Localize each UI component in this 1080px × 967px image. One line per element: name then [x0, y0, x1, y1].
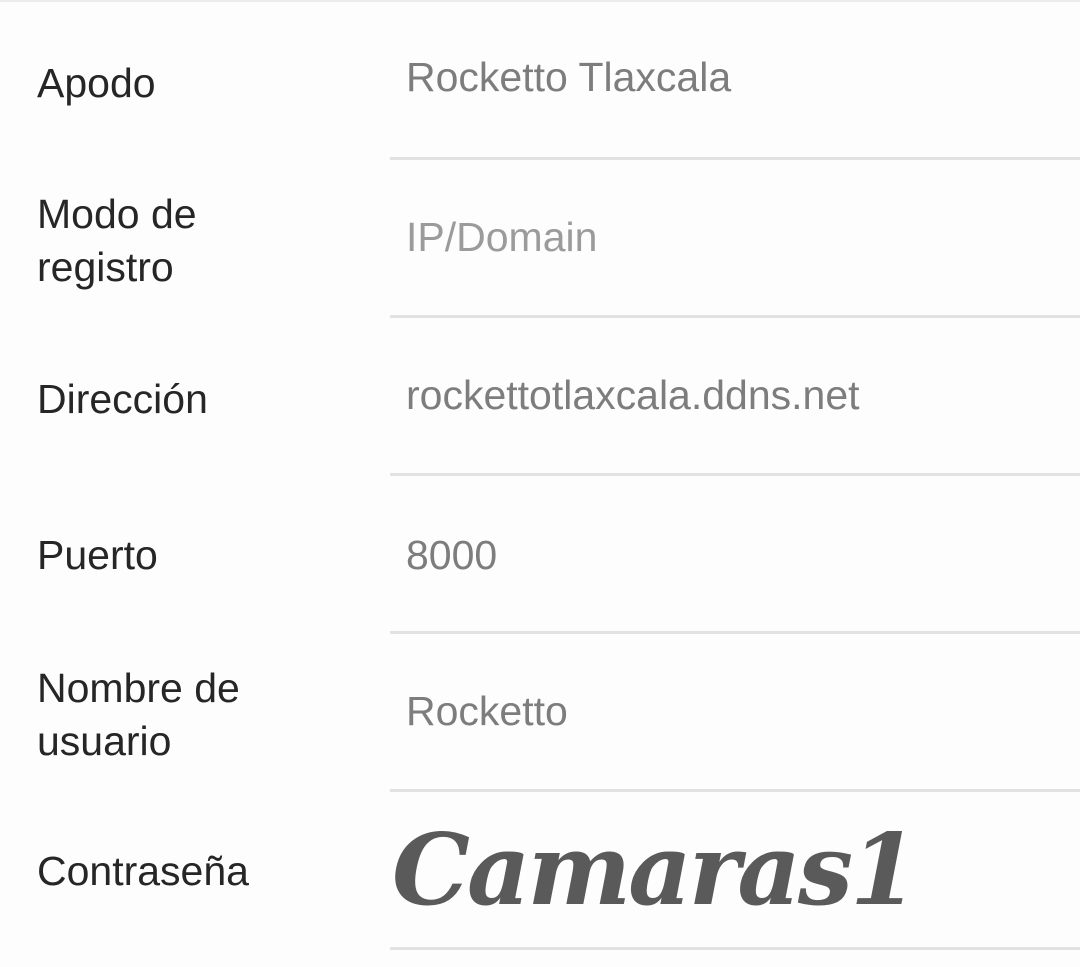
watermark-logo: Camaras17	[390, 792, 985, 950]
form-row-port: Puerto 8000	[0, 476, 1080, 634]
nickname-field[interactable]: Rocketto Tlaxcala	[406, 2, 1066, 160]
register-mode-selector[interactable]: IP/Domain	[406, 160, 1066, 318]
form-row-password: Contraseña Camaras17	[0, 792, 1080, 950]
password-label: Contraseña	[37, 847, 249, 894]
device-settings-form: Apodo Rocketto Tlaxcala Modo de registro…	[0, 2, 1080, 950]
username-label: Nombre de usuario	[37, 665, 240, 764]
port-label: Puerto	[37, 531, 158, 578]
address-label: Dirección	[37, 375, 208, 422]
form-row-address: Dirección rockettotlaxcala.ddns.net	[0, 318, 1080, 476]
form-row-register-mode: Modo de registro IP/Domain	[0, 160, 1080, 318]
form-row-username: Nombre de usuario Rocketto	[0, 634, 1080, 792]
form-row-nickname: Apodo Rocketto Tlaxcala	[0, 2, 1080, 160]
register-mode-label: Modo de registro	[37, 191, 197, 290]
address-field[interactable]: rockettotlaxcala.ddns.net	[406, 318, 1066, 476]
row-divider	[390, 947, 1080, 950]
port-field[interactable]: 8000	[406, 476, 1066, 634]
nickname-label: Apodo	[37, 59, 156, 106]
username-field[interactable]: Rocketto	[406, 634, 1066, 792]
watermark-text: Camaras17	[392, 813, 910, 928]
